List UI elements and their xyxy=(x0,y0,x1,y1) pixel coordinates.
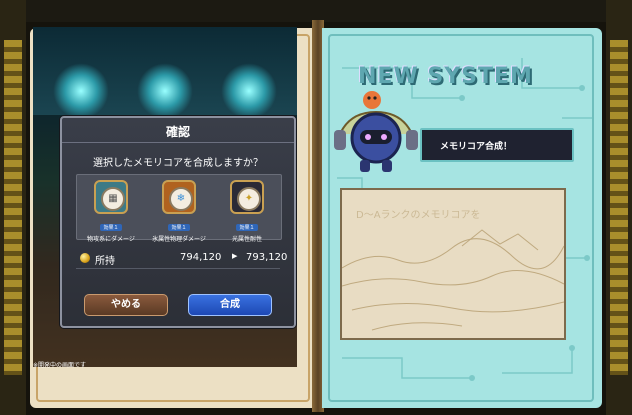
memory-core-3[interactable]: ✦ 効果１ 光属性耐性 xyxy=(217,180,277,243)
owned-current: 794,120 xyxy=(180,252,222,263)
cancel-button[interactable]: やめる xyxy=(84,294,168,316)
dialog-title: 確認 xyxy=(165,125,190,139)
caption-text: メモリコア合成！ xyxy=(440,142,513,152)
owned-currency-row: 所持 794,120 ▶ 793,120 xyxy=(76,251,287,267)
owned-after: 793,120 xyxy=(246,252,288,263)
left-gold-rail xyxy=(0,0,26,415)
owned-divider xyxy=(76,268,280,269)
right-gold-rail xyxy=(606,0,632,415)
robot-mascot-icon xyxy=(334,91,418,172)
ice-flower-icon: ❄ xyxy=(162,180,196,214)
glow-orb-icon xyxy=(137,63,193,119)
core-effect-badge: 効果１ xyxy=(100,224,122,231)
glow-orb-icon xyxy=(221,63,277,119)
core-label: 物攻系にダメージ xyxy=(87,236,135,243)
game-screen: ※開発中の画面です 確認 選択したメモリコアを合成しますか？ ▦ 効果１ 物攻系… xyxy=(0,0,632,415)
concept-artwork: D～Aランクのメモリコアを xyxy=(340,188,566,340)
gold-coin-icon xyxy=(80,253,90,263)
wall-shield-icon: ▦ xyxy=(94,180,128,214)
core-effect-badge: 効果１ xyxy=(168,224,190,231)
glow-orb-icon xyxy=(53,63,109,119)
arrow-right-icon: ▶ xyxy=(232,252,238,260)
memory-core-list: ▦ 効果１ 物攻系にダメージ ❄ 効果１ 氷属性物理ダメージ ✦ 効果１ 光属性… xyxy=(76,174,282,243)
confirm-synthesize-button[interactable]: 合成 xyxy=(188,294,272,316)
memory-core-1[interactable]: ▦ 効果１ 物攻系にダメージ xyxy=(81,180,141,243)
dialog-message: 選択したメモリコアを合成しますか？ xyxy=(93,158,263,169)
top-bar xyxy=(26,0,606,22)
core-label: 氷属性物理ダメージ xyxy=(152,236,206,243)
owned-label: 所持 xyxy=(95,256,115,267)
core-effect-badge: 効果１ xyxy=(236,224,258,231)
core-label: 光属性耐性 xyxy=(231,236,262,243)
caption-bar: メモリコア合成！ xyxy=(420,128,574,162)
title-divider xyxy=(62,142,294,143)
memory-core-2[interactable]: ❄ 効果１ 氷属性物理ダメージ xyxy=(149,180,209,243)
light-star-icon: ✦ xyxy=(230,180,264,214)
artwork-caption: D～Aランクのメモリコアを xyxy=(356,210,481,221)
confirm-dialog: 確認 選択したメモリコアを合成しますか？ ▦ 効果１ 物攻系にダメージ ❄ 効果… xyxy=(60,116,296,328)
dev-footnote: ※開発中の画面です xyxy=(33,362,87,369)
